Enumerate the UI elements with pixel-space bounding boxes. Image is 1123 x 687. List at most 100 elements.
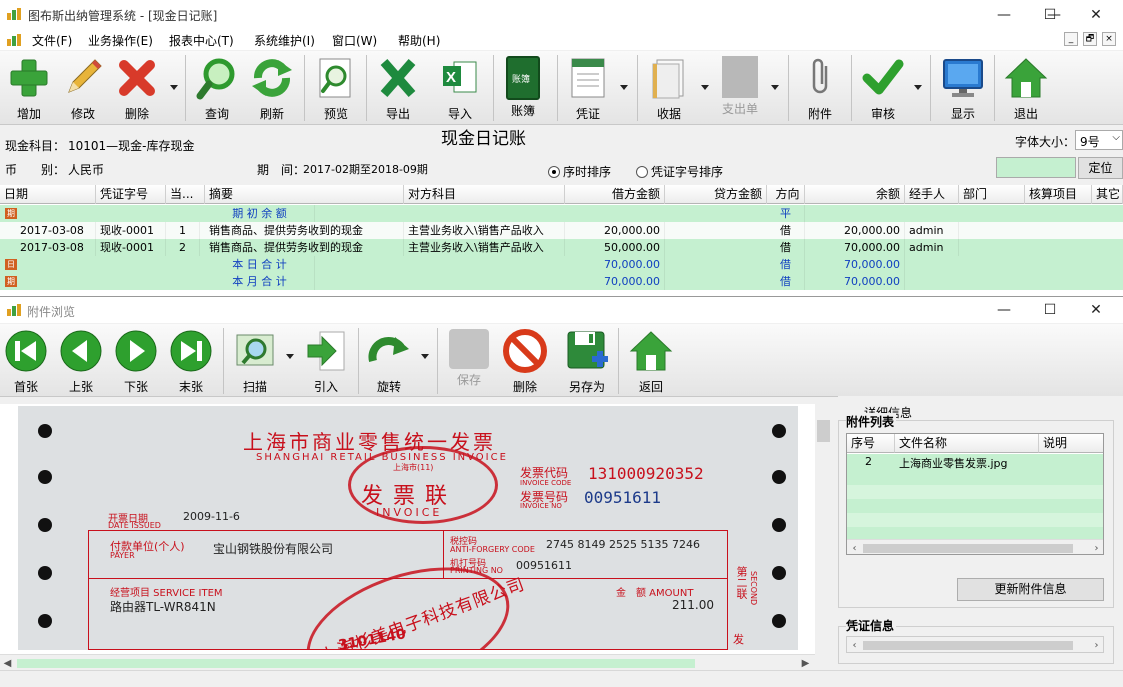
- main-close-button[interactable]: ✕: [1073, 0, 1119, 30]
- voucher-hscroll-thumb[interactable]: [863, 641, 1073, 650]
- mdi-restore-button[interactable]: 🗗: [1083, 32, 1097, 46]
- locate-input[interactable]: [996, 157, 1076, 178]
- col-balance[interactable]: 余额: [805, 185, 905, 204]
- exit-button[interactable]: 退出: [1003, 56, 1049, 122]
- col-credit[interactable]: 贷方金额: [665, 185, 767, 204]
- col-debit[interactable]: 借方金额: [565, 185, 665, 204]
- back-label: 返回: [638, 380, 663, 394]
- voucher-button[interactable]: 凭证: [565, 56, 611, 122]
- attachment-image-viewer[interactable]: 上海市商业零售统一发票 SHANGHAI RETAIL BUSINESS INV…: [0, 404, 832, 654]
- voucher-hscrollbar[interactable]: ‹ ›: [846, 636, 1104, 653]
- add-button[interactable]: 增加: [6, 56, 52, 122]
- attachment-button[interactable]: 附件: [797, 56, 843, 122]
- edit-button[interactable]: 修改: [60, 56, 106, 122]
- rotate-dropdown-icon[interactable]: [421, 354, 429, 359]
- period-tag-icon: 期: [5, 208, 17, 219]
- preview-button[interactable]: 预览: [313, 56, 359, 122]
- mdi-close-button[interactable]: ×: [1102, 32, 1116, 46]
- menu-maintenance[interactable]: 系统维护(I): [254, 32, 315, 49]
- import-attachment-button[interactable]: 引入: [303, 329, 349, 395]
- first-button[interactable]: 首张: [3, 329, 49, 395]
- rotate-button[interactable]: 旋转: [366, 329, 412, 395]
- delete-attachment-button[interactable]: 删除: [502, 329, 548, 395]
- query-button[interactable]: 查询: [194, 56, 240, 122]
- voucher-dropdown-icon[interactable]: [620, 85, 628, 90]
- sort-time-radio[interactable]: 序时排序: [548, 163, 611, 180]
- list-col-seq[interactable]: 序号: [847, 434, 895, 453]
- col-counter-account[interactable]: 对方科目: [404, 185, 565, 204]
- save-as-button[interactable]: 另存为: [564, 329, 610, 395]
- audit-dropdown-icon[interactable]: [914, 85, 922, 90]
- hscroll-thumb[interactable]: [17, 659, 695, 668]
- main-minimize-button[interactable]: —: [981, 0, 1027, 30]
- prev-button[interactable]: 上张: [58, 329, 104, 395]
- list-col-note[interactable]: 说明: [1039, 434, 1103, 453]
- table-row[interactable]: 期 期 初 余 额 平: [0, 205, 1123, 222]
- delete-dropdown-icon[interactable]: [170, 85, 178, 90]
- scroll-left-icon[interactable]: ◀: [0, 656, 15, 671]
- scroll-left-icon[interactable]: ‹: [847, 541, 862, 554]
- payment-dropdown-icon[interactable]: [771, 85, 779, 90]
- scroll-right-icon[interactable]: ▶: [798, 656, 813, 671]
- attachment-label: 附件: [807, 107, 832, 121]
- back-button[interactable]: 返回: [628, 329, 674, 395]
- col-seq[interactable]: 当...: [166, 185, 205, 204]
- menu-business[interactable]: 业务操作(E): [88, 32, 153, 49]
- vscroll-thumb[interactable]: [817, 420, 830, 442]
- last-button[interactable]: 末张: [168, 329, 214, 395]
- receipt-dropdown-icon[interactable]: [701, 85, 709, 90]
- image-hscrollbar[interactable]: ◀ ▶: [0, 654, 815, 671]
- cell-summary: 本 月 合 计: [205, 273, 315, 290]
- list-hscroll-thumb[interactable]: [863, 544, 1073, 553]
- sort-voucher-radio[interactable]: 凭证字号排序: [636, 163, 723, 180]
- attachment-maximize-button[interactable]: ☐: [1027, 297, 1073, 323]
- locate-button[interactable]: 定位: [1078, 157, 1123, 179]
- col-date[interactable]: 日期: [0, 185, 96, 204]
- table-row[interactable]: 2017-03-08 现收-0001 1 销售商品、提供劳务收到的现金 主营业务…: [0, 222, 1123, 239]
- list-col-filename[interactable]: 文件名称: [895, 434, 1039, 453]
- menu-help[interactable]: 帮助(H): [398, 32, 440, 49]
- table-row[interactable]: 期 本 月 合 计 70,000.00 借 70,000.00: [0, 273, 1123, 290]
- save-button[interactable]: 保存: [446, 329, 492, 388]
- scan-button[interactable]: 扫描: [232, 329, 278, 395]
- cell-seq: 2: [166, 239, 200, 256]
- next-button[interactable]: 下张: [113, 329, 159, 395]
- refresh-button[interactable]: 刷新: [249, 56, 295, 122]
- import-button[interactable]: X 导入: [437, 56, 483, 122]
- menu-reports[interactable]: 报表中心(T): [169, 32, 234, 49]
- payment-button[interactable]: 支出单: [717, 56, 763, 117]
- image-vscrollbar[interactable]: [815, 404, 832, 654]
- col-handler[interactable]: 经手人: [905, 185, 959, 204]
- delete-button[interactable]: 删除: [114, 56, 160, 122]
- scroll-right-icon[interactable]: ›: [1089, 638, 1104, 653]
- feed-hole: [38, 518, 52, 532]
- export-button[interactable]: 导出: [375, 56, 421, 122]
- menu-window[interactable]: 窗口(W): [332, 32, 377, 49]
- cell-balance: 70,000.00: [805, 256, 905, 273]
- attachment-minimize-button[interactable]: —: [981, 297, 1027, 323]
- col-department[interactable]: 部门: [959, 185, 1025, 204]
- receipt-button[interactable]: 收据: [646, 56, 692, 122]
- list-hscrollbar[interactable]: ‹ ›: [847, 539, 1103, 554]
- last-label: 末张: [178, 380, 203, 394]
- scan-dropdown-icon[interactable]: [286, 354, 294, 359]
- audit-button[interactable]: 审核: [860, 56, 906, 122]
- col-voucher[interactable]: 凭证字号: [96, 185, 166, 204]
- col-other[interactable]: 其它: [1092, 185, 1123, 204]
- display-button[interactable]: 显示: [940, 56, 986, 122]
- menu-file[interactable]: 文件(F): [32, 32, 72, 49]
- list-item[interactable]: 2 上海商业零售发票.jpg: [847, 454, 1103, 471]
- mdi-minimize-button[interactable]: _: [1064, 32, 1078, 46]
- ledger-button[interactable]: 账簿 账簿: [500, 56, 546, 119]
- main-maximize-button[interactable]: ☐: [1027, 0, 1073, 30]
- update-attachment-button[interactable]: 更新附件信息: [957, 578, 1104, 601]
- table-row[interactable]: 2017-03-08 现收-0001 2 销售商品、提供劳务收到的现金 主营业务…: [0, 239, 1123, 256]
- col-summary[interactable]: 摘要: [205, 185, 404, 204]
- table-row[interactable]: 日 本 日 合 计 70,000.00 借 70,000.00: [0, 256, 1123, 273]
- col-accounting-item[interactable]: 核算项目: [1025, 185, 1092, 204]
- attachment-close-button[interactable]: ✕: [1073, 297, 1119, 323]
- scroll-right-icon[interactable]: ›: [1089, 541, 1103, 554]
- scroll-left-icon[interactable]: ‹: [847, 638, 862, 653]
- font-size-select[interactable]: 9号 ⌵: [1075, 130, 1123, 150]
- col-direction[interactable]: 方向: [767, 185, 805, 204]
